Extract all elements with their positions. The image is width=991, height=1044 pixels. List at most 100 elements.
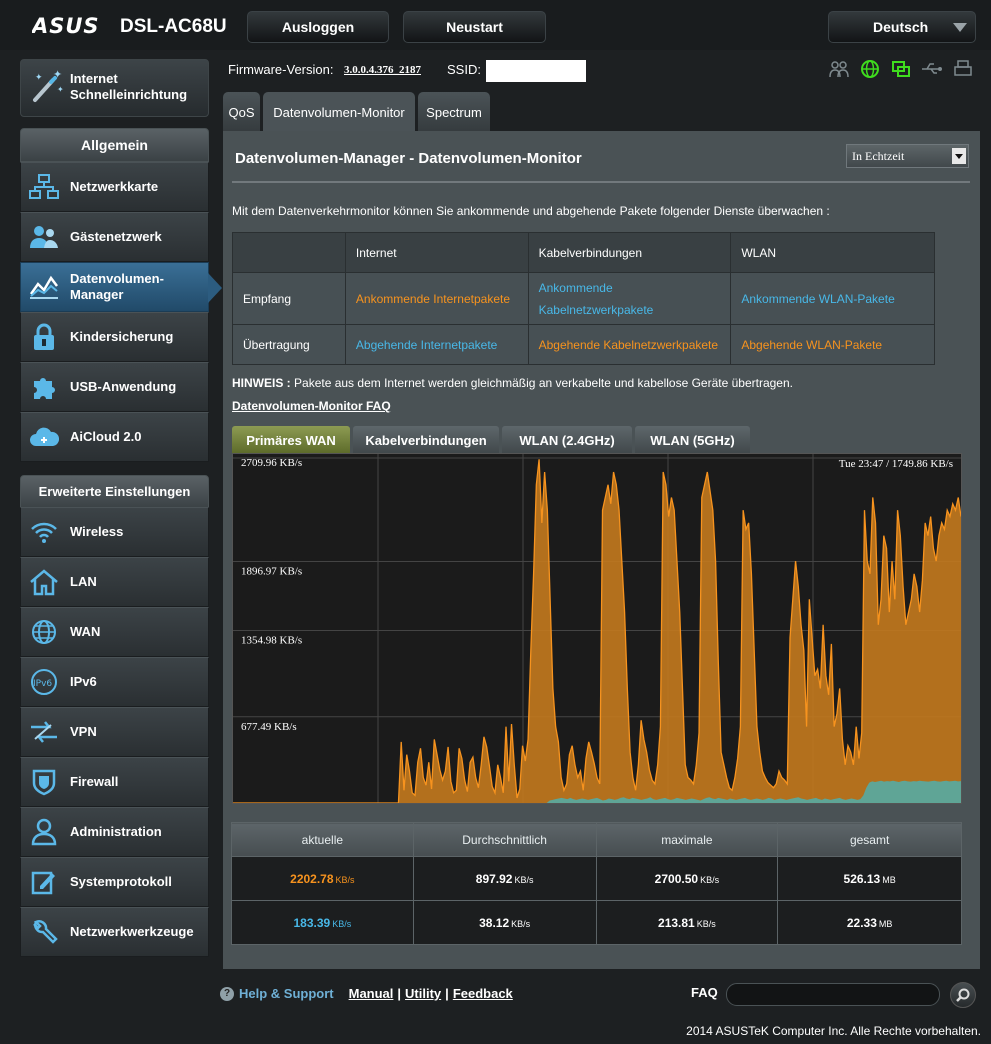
help-support-label: Help & Support	[239, 986, 334, 1001]
traffic-monitor-faq-link[interactable]: Datenvolumen-Monitor FAQ	[232, 399, 391, 413]
table-header: Kabelverbindungen	[527, 232, 732, 273]
note-body: Pakete aus dem Internet werden gleichmäß…	[294, 376, 793, 390]
sidebar-item-administration[interactable]: Administration	[20, 807, 209, 857]
main-panel: Datenvolumen-Manager - Datenvolumen-Moni…	[223, 131, 980, 969]
manual-link[interactable]: Manual	[349, 986, 394, 1001]
utility-link[interactable]: Utility	[405, 986, 441, 1001]
general-section-title: Allgemein	[20, 128, 209, 162]
faq-search-button[interactable]	[950, 982, 976, 1008]
magic-wand-icon: ✦ ✦ ✦	[33, 69, 64, 102]
sidebar-item-firewall[interactable]: Firewall	[20, 757, 209, 807]
sidebar-item-label: Gästenetzwerk	[70, 229, 162, 244]
stats-cell: 897.92 KB/s	[412, 856, 597, 901]
sidebar-item-usb-application[interactable]: USB-Anwendung	[20, 362, 209, 412]
faq-search-input[interactable]	[726, 983, 940, 1006]
stat-unit: KB/s	[335, 874, 355, 885]
sidebar-item-label: Kindersicherung	[70, 329, 174, 344]
stats-cell: 22.33 MB	[777, 900, 962, 945]
stats-cell: 526.13 MB	[777, 856, 962, 901]
sidebar-item-label: Datenvolumen-Manager	[70, 271, 164, 302]
description-text: Mit dem Datenverkehrmonitor können Sie a…	[232, 204, 830, 218]
network-map-icon	[27, 170, 61, 204]
sidebar-item-label: Systemprotokoll	[70, 874, 172, 889]
separator: |	[397, 986, 402, 1001]
stat-value: 2700.50	[654, 871, 699, 886]
stat-unit: KB/s	[696, 918, 716, 929]
chart-timestamp-label: Tue 23:47 / 1749.86 KB/s	[839, 458, 953, 470]
traffic-chart-icon	[27, 270, 61, 304]
note-text: HINWEIS : Pakete aus dem Internet werden…	[232, 376, 793, 390]
stats-header: aktuelle	[231, 822, 414, 857]
stat-unit: MB	[882, 874, 896, 885]
svg-text:✦: ✦	[53, 69, 62, 81]
y-tick-label: 2709.96 KB/s	[241, 457, 302, 469]
sidebar-item-aicloud[interactable]: AiCloud 2.0	[20, 412, 209, 462]
stat-value: 183.39	[293, 915, 331, 930]
chart-tab-wired[interactable]: Kabelverbindungen	[353, 426, 499, 454]
firmware-version-link[interactable]: 3.0.0.4.376_2187	[344, 64, 421, 76]
chart-tab-wlan-24[interactable]: WLAN (2.4GHz)	[502, 426, 632, 454]
sidebar-item-label: IPv6	[70, 674, 97, 689]
feedback-link[interactable]: Feedback	[453, 986, 513, 1001]
globe-icon	[27, 615, 61, 649]
help-support-bar: ? Help & Support Manual | Utility | Feed…	[220, 986, 513, 1001]
page-title: Datenvolumen-Manager - Datenvolumen-Moni…	[235, 150, 582, 167]
sidebar-item-network-map[interactable]: Netzwerkkarte	[20, 162, 209, 212]
table-cell: Abgehende Kabelnetzwerkpakete	[527, 324, 732, 365]
status-icons	[828, 58, 974, 80]
stats-cell: 213.81 KB/s	[595, 900, 779, 945]
internet-status-icon[interactable]	[859, 58, 881, 80]
admin-user-icon	[27, 815, 61, 849]
stat-unit: KB/s	[700, 874, 720, 885]
sidebar-item-guest-network[interactable]: Gästenetzwerk	[20, 212, 209, 262]
sidebar-item-vpn[interactable]: VPN	[20, 707, 209, 757]
stats-header: gesamt	[777, 822, 962, 857]
tab-spectrum[interactable]: Spectrum	[418, 92, 490, 132]
restart-button[interactable]: Neustart	[403, 11, 546, 43]
home-icon	[27, 565, 61, 599]
sidebar-item-wireless[interactable]: Wireless	[20, 507, 209, 557]
ssid-value	[486, 60, 586, 82]
sidebar-item-label: LAN	[70, 574, 97, 589]
log-edit-icon	[27, 865, 61, 899]
sidebar-item-parental-controls[interactable]: Kindersicherung	[20, 312, 209, 362]
ipv6-icon: IPv6	[27, 665, 61, 699]
stat-unit: KB/s	[514, 874, 534, 885]
clients-icon[interactable]	[828, 58, 850, 80]
active-item-pointer	[208, 273, 222, 303]
traffic-chart: 2709.96 KB/s 1896.97 KB/s 1354.98 KB/s 677.…	[232, 453, 962, 804]
sidebar-item-label: AiCloud 2.0	[70, 429, 142, 444]
puzzle-icon	[27, 370, 61, 404]
sidebar-item-wan[interactable]: WAN	[20, 607, 209, 657]
sidebar-item-ipv6[interactable]: IPv6 IPv6	[20, 657, 209, 707]
language-value: Deutsch	[873, 19, 929, 35]
note-label: HINWEIS :	[232, 376, 291, 390]
sidebar-item-label: USB-Anwendung	[70, 379, 177, 394]
table-row: Übertragung Abgehende Internetpakete Abg…	[232, 324, 935, 365]
stat-value: 897.92	[475, 871, 513, 886]
chart-tab-primary-wan[interactable]: Primäres WAN	[232, 426, 350, 454]
title-divider	[232, 181, 970, 183]
mode-select[interactable]: In Echtzeit	[846, 144, 969, 168]
sidebar-item-network-tools[interactable]: Netzwerkwerkzeuge	[20, 907, 209, 957]
logout-button[interactable]: Ausloggen	[247, 11, 389, 43]
sidebar-item-traffic-manager[interactable]: Datenvolumen-Manager	[20, 262, 209, 312]
chart-tab-wlan-5[interactable]: WLAN (5GHz)	[635, 426, 750, 454]
usb-icon[interactable]	[921, 58, 943, 80]
printer-icon[interactable]	[952, 58, 974, 80]
language-select[interactable]: Deutsch	[828, 11, 976, 43]
sidebar-item-system-log[interactable]: Systemprotokoll	[20, 857, 209, 907]
tab-traffic-monitor[interactable]: Datenvolumen-Monitor	[263, 92, 415, 132]
tab-qos[interactable]: QoS	[223, 92, 260, 132]
y-tick-label: 1354.98 KB/s	[241, 635, 302, 647]
stat-unit: KB/s	[332, 918, 352, 929]
wan-link-icon[interactable]	[890, 58, 912, 80]
stats-cell: 183.39 KB/s	[231, 900, 414, 945]
help-icon: ?	[220, 986, 234, 1001]
copyright-text: 2014 ASUSTeK Computer Inc. Alle Rechte v…	[686, 1024, 981, 1038]
stat-value: 526.13	[843, 871, 881, 886]
stats-header-row: aktuelle Durchschnittlich maximale gesam…	[231, 822, 962, 857]
svg-text:IPv6: IPv6	[33, 679, 52, 689]
sidebar-item-lan[interactable]: LAN	[20, 557, 209, 607]
quick-setup-button[interactable]: ✦ ✦ ✦ Internet Schnelleinrichtung	[20, 59, 209, 117]
